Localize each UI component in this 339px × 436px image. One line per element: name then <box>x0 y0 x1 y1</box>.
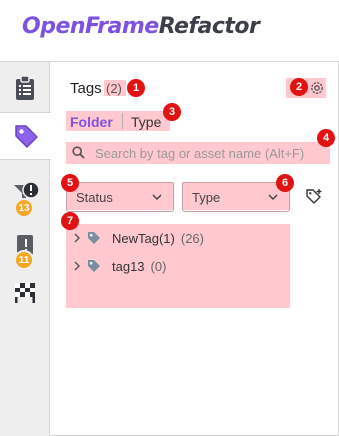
callout-marker-4: 4 <box>317 129 335 147</box>
gear-icon <box>311 82 323 94</box>
tree-row-label: tag13 <box>112 258 145 274</box>
issues-count-badge: 13 <box>14 198 34 218</box>
sidebar-item-issues[interactable]: 13 <box>0 170 50 218</box>
window-frame <box>0 0 339 436</box>
sidebar-item-tags[interactable] <box>0 112 51 160</box>
callout-marker-7: 7 <box>61 212 79 230</box>
search-icon <box>72 146 85 164</box>
tree-row-count: (26) <box>180 230 204 246</box>
status-filter-label: Status <box>76 189 113 205</box>
chevron-down-icon <box>152 194 162 201</box>
tree-row[interactable]: NewTag(1) (26) <box>72 228 204 248</box>
status-filter-dropdown[interactable]: Status <box>66 182 174 212</box>
toggle-separator <box>122 113 123 129</box>
chevron-down-icon <box>268 194 278 201</box>
toggle-type[interactable]: Type <box>131 114 161 130</box>
pending-count-badge: 11 <box>14 250 34 270</box>
callout-marker-1: 1 <box>127 79 145 97</box>
sidebar-item-clipboard[interactable] <box>0 64 50 112</box>
tree-row[interactable]: tag13 (0) <box>72 256 166 276</box>
checkered-flag-icon <box>15 283 35 303</box>
tag-icon <box>88 232 100 244</box>
app-logo: OpenFrameRefactor <box>22 14 260 39</box>
chevron-right-icon <box>74 233 80 243</box>
tree-row-label: NewTag(1) <box>112 230 175 246</box>
add-tag-icon <box>306 189 322 204</box>
callout-marker-5: 5 <box>61 174 79 192</box>
type-filter-dropdown[interactable]: Type <box>182 182 290 212</box>
callout-marker-3: 3 <box>163 103 181 121</box>
logo-bar: OpenFrameRefactor <box>0 0 339 62</box>
settings-button[interactable] <box>309 80 325 101</box>
tag-icon <box>88 260 100 272</box>
callout-marker-2: 2 <box>290 78 308 96</box>
logo-text-openframe: OpenFrame <box>22 14 159 39</box>
add-tag-button[interactable] <box>305 188 323 211</box>
tags-count: (2) <box>106 81 122 96</box>
tag-icon <box>14 125 38 148</box>
callout-marker-6: 6 <box>276 174 294 192</box>
panel-title: Tags <box>70 80 102 97</box>
toggle-folder[interactable]: Folder <box>70 114 113 130</box>
sidebar: 13 11 <box>0 62 51 436</box>
logo-text-refactor: Refactor <box>158 14 260 39</box>
clipboard-icon <box>16 75 34 100</box>
chevron-right-icon <box>74 261 80 271</box>
type-filter-label: Type <box>192 189 221 205</box>
search-input[interactable]: Search by tag or asset name (Alt+F) <box>95 146 304 161</box>
tree-row-count: (0) <box>150 258 167 274</box>
sidebar-item-finish[interactable] <box>0 268 50 316</box>
sidebar-item-pending[interactable]: 11 <box>0 222 50 270</box>
